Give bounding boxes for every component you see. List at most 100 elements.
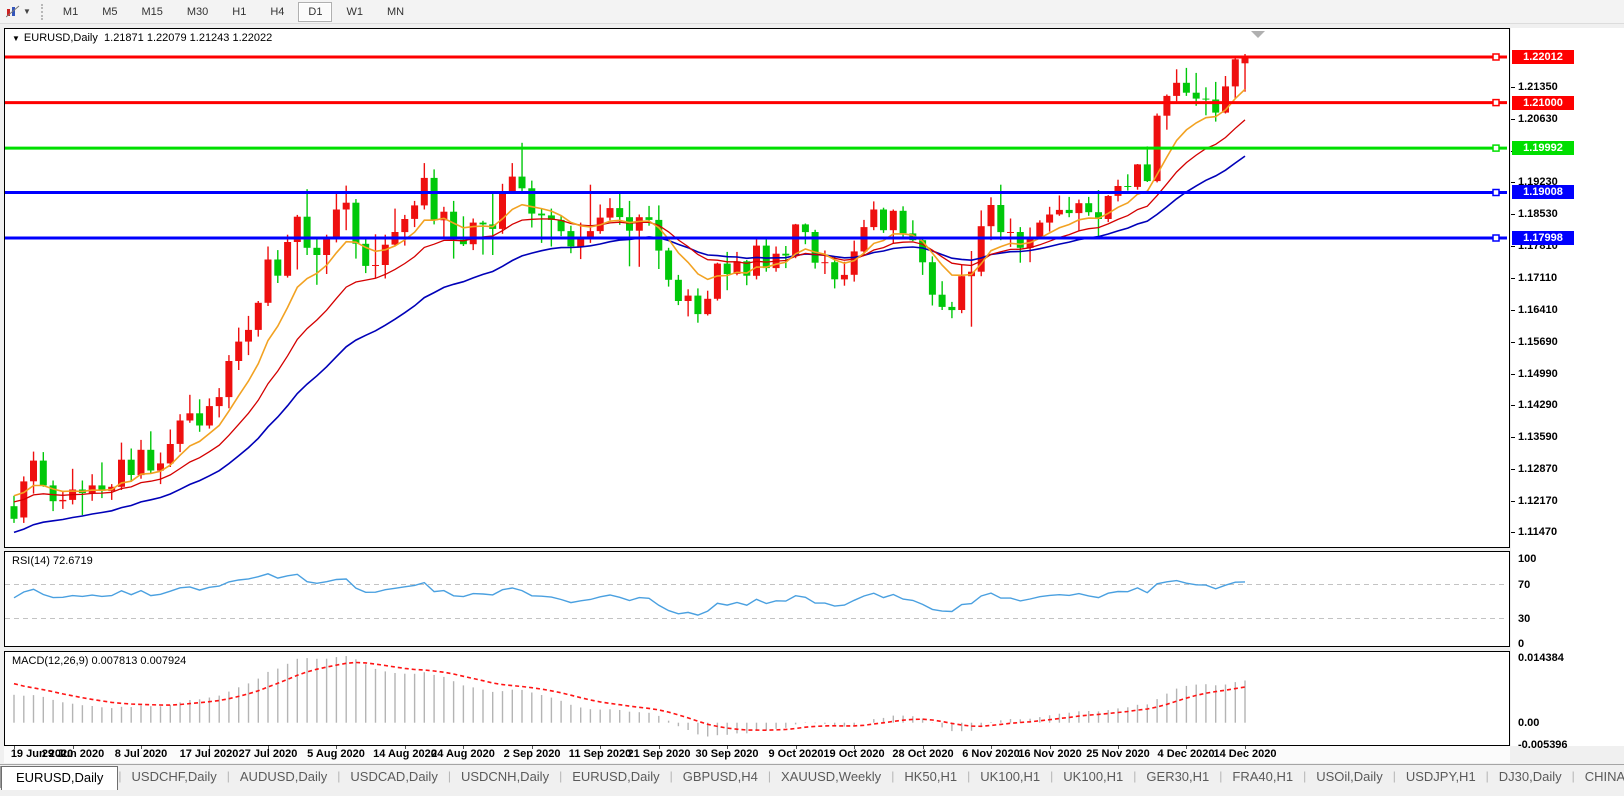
macd-values: 0.007813 0.007924 (91, 655, 186, 667)
toolbar-grip-handle[interactable] (41, 4, 43, 20)
price-tick-mark (1511, 469, 1515, 470)
price-tick-label: 1.21350 (1518, 81, 1558, 93)
trading-platform-window: { "toolbar": { "tool_icon": "chart-tools… (0, 0, 1624, 795)
price-tick-label: 1.12870 (1518, 463, 1558, 475)
bottom-tab-eurusd-daily[interactable]: EURUSD,Daily (562, 766, 669, 788)
collapse-triangle-icon[interactable]: ▼ (12, 34, 20, 43)
timeframe-button-w1[interactable]: W1 (336, 2, 373, 22)
hline-price-badge: 1.17998 (1512, 231, 1574, 245)
price-tick-mark (1511, 182, 1515, 183)
bottom-tab-dj30-daily[interactable]: DJ30,Daily (1489, 766, 1572, 788)
date-tick-label: 6 Nov 2020 (962, 748, 1019, 760)
hline-price-badge: 1.19008 (1512, 185, 1574, 199)
date-tick-label: 27 Jul 2020 (239, 748, 298, 760)
bottom-tab-fra40-h1[interactable]: FRA40,H1 (1222, 766, 1303, 788)
price-tick-label: 1.12170 (1518, 495, 1558, 507)
rsi-value: 72.6719 (53, 555, 93, 567)
rsi-label: RSI(14) 72.6719 (12, 555, 93, 567)
date-tick-label: 25 Nov 2020 (1086, 748, 1150, 760)
date-tick-label: 28 Oct 2020 (892, 748, 953, 760)
price-tick-label: 1.13590 (1518, 431, 1558, 443)
main-chart-panel[interactable]: ▼ EURUSD,Daily 1.21871 1.22079 1.21243 1.… (4, 28, 1510, 548)
macd-tick-label: -0.005396 (1518, 739, 1568, 751)
chart-tab-bar: EURUSD,Daily|USDCHF,Daily|AUDUSD,Daily|U… (0, 764, 1624, 796)
chart-tools-icon (6, 5, 20, 18)
chart-tools-button[interactable]: ▼ (0, 0, 35, 23)
price-tick-label: 1.14290 (1518, 399, 1558, 411)
price-tick-mark (1511, 405, 1515, 406)
rsi-tick-label: 0 (1518, 638, 1524, 650)
timeframe-button-d1[interactable]: D1 (298, 2, 332, 22)
macd-chart[interactable] (5, 652, 1507, 743)
bottom-tab-xauusd-weekly[interactable]: XAUUSD,Weekly (771, 766, 891, 788)
bottom-tab-audusd-daily[interactable]: AUDUSD,Daily (230, 766, 337, 788)
date-tick-label: 5 Aug 2020 (307, 748, 365, 760)
timeframe-button-h4[interactable]: H4 (260, 2, 294, 22)
hline-price-badge: 1.19992 (1512, 141, 1574, 155)
timeframe-button-m5[interactable]: M5 (92, 2, 127, 22)
candlestick-chart[interactable] (5, 29, 1507, 545)
date-tick-label: 24 Aug 2020 (431, 748, 495, 760)
rsi-tick-label: 70 (1518, 579, 1530, 591)
price-tick-mark (1511, 246, 1515, 247)
price-tick-mark (1511, 278, 1515, 279)
price-axis[interactable]: 1.213501.206301.199301.192301.185301.178… (1511, 28, 1624, 746)
chart-ohlc-values: 1.21871 1.22079 1.21243 1.22022 (104, 32, 272, 44)
bottom-tab-china300-h1[interactable]: CHINA300,H1 (1575, 766, 1624, 788)
bottom-tab-uk100-h1[interactable]: UK100,H1 (970, 766, 1050, 788)
date-tick-label: 21 Sep 2020 (628, 748, 691, 760)
price-tick-mark (1511, 214, 1515, 215)
timeframe-toolbar: ▼ M1M5M15M30H1H4D1W1MN (0, 0, 1624, 24)
macd-name: MACD(12,26,9) (12, 655, 88, 667)
rsi-tick-label: 100 (1518, 553, 1536, 565)
bottom-tab-usdchf-daily[interactable]: USDCHF,Daily (122, 766, 227, 788)
bottom-tab-usoil-daily[interactable]: USOil,Daily (1306, 766, 1392, 788)
bottom-tab-usdcnh-daily[interactable]: USDCNH,Daily (451, 766, 559, 788)
bottom-tab-usdcad-daily[interactable]: USDCAD,Daily (340, 766, 447, 788)
bottom-tab-gbpusd-h4[interactable]: GBPUSD,H4 (673, 766, 768, 788)
chevron-down-icon: ▼ (23, 7, 31, 16)
price-tick-label: 1.18530 (1518, 208, 1558, 220)
price-tick-label: 1.11470 (1518, 526, 1557, 538)
bottom-tab-uk100-h1[interactable]: UK100,H1 (1053, 766, 1133, 788)
rsi-tick-label: 30 (1518, 613, 1530, 625)
timeframe-buttons: M1M5M15M30H1H4D1W1MN (51, 2, 416, 22)
date-axis[interactable]: 19 Jun 202029 Jun 20208 Jul 202017 Jul 2… (4, 746, 1510, 763)
bottom-tab-hk50-h1[interactable]: HK50,H1 (894, 766, 967, 788)
bottom-tab-eurusd-daily[interactable]: EURUSD,Daily (1, 766, 118, 790)
chart-title: ▼ EURUSD,Daily 1.21871 1.22079 1.21243 1.… (12, 32, 272, 44)
date-tick-label: 9 Oct 2020 (768, 748, 823, 760)
macd-panel[interactable]: MACD(12,26,9) 0.007813 0.007924 (4, 651, 1510, 746)
date-tick-label: 16 Nov 2020 (1018, 748, 1082, 760)
price-tick-label: 1.16410 (1518, 304, 1558, 316)
date-tick-label: 14 Aug 2020 (373, 748, 437, 760)
timeframe-button-m15[interactable]: M15 (131, 2, 172, 22)
timeframe-button-m1[interactable]: M1 (53, 2, 88, 22)
timeframe-button-mn[interactable]: MN (377, 2, 414, 22)
timeframe-button-m30[interactable]: M30 (177, 2, 218, 22)
price-tick-mark (1511, 532, 1515, 533)
rsi-panel[interactable]: RSI(14) 72.6719 (4, 551, 1510, 647)
date-tick-label: 30 Sep 2020 (696, 748, 759, 760)
hline-price-badge: 1.22012 (1512, 50, 1574, 64)
macd-tick-label: 0.00 (1518, 717, 1539, 729)
date-tick-label: 14 Dec 2020 (1214, 748, 1277, 760)
price-tick-label: 1.14990 (1518, 368, 1558, 380)
price-tick-mark (1511, 374, 1515, 375)
price-tick-mark (1511, 310, 1515, 311)
price-tick-mark (1511, 342, 1515, 343)
chart-symbol-label: EURUSD,Daily (24, 32, 98, 44)
price-tick-mark (1511, 501, 1515, 502)
bottom-tab-ger30-h1[interactable]: GER30,H1 (1136, 766, 1219, 788)
bottom-tab-usdjpy-h1[interactable]: USDJPY,H1 (1396, 766, 1486, 788)
macd-label: MACD(12,26,9) 0.007813 0.007924 (12, 655, 186, 667)
price-tick-label: 1.15690 (1518, 336, 1558, 348)
price-tick-mark (1511, 87, 1515, 88)
timeframe-button-h1[interactable]: H1 (222, 2, 256, 22)
price-tick-mark (1511, 437, 1515, 438)
hline-price-badge: 1.21000 (1512, 96, 1574, 110)
price-tick-label: 1.20630 (1518, 113, 1558, 125)
rsi-name: RSI(14) (12, 555, 50, 567)
rsi-chart[interactable] (5, 552, 1507, 644)
macd-tick-label: 0.014384 (1518, 652, 1564, 664)
